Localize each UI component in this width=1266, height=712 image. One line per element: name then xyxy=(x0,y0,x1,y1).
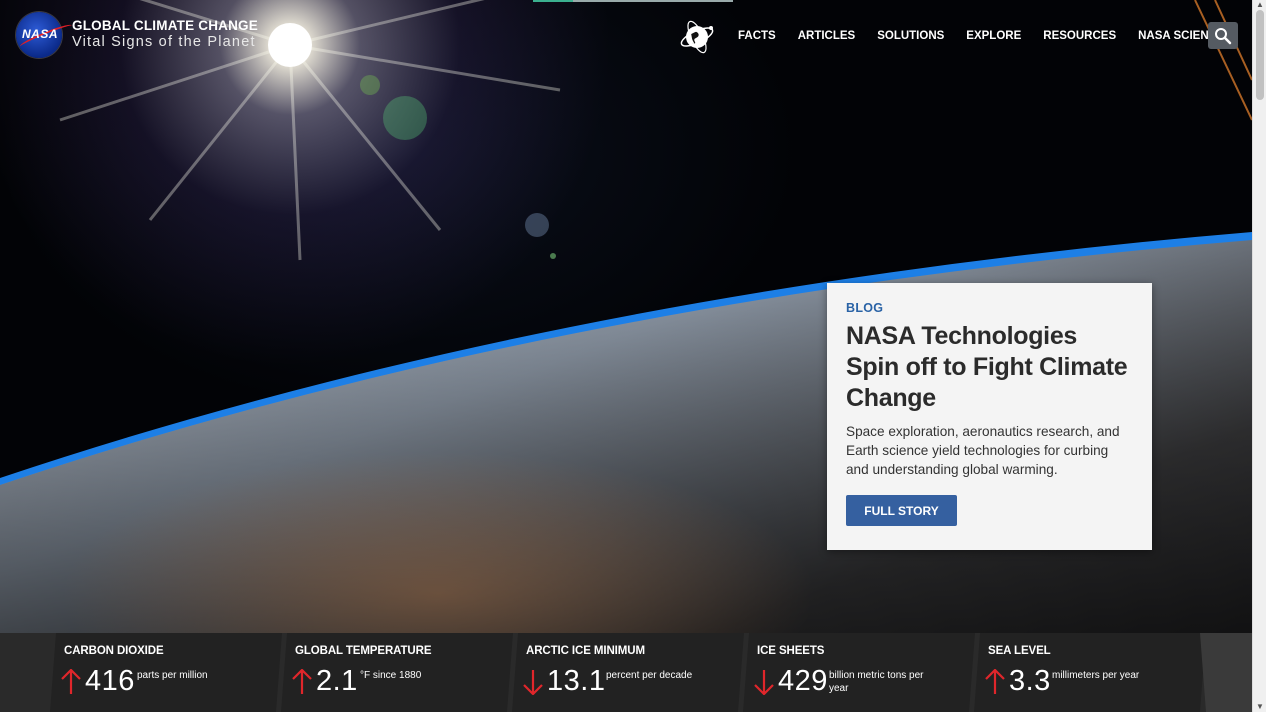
nav-resources[interactable]: RESOURCES xyxy=(1032,28,1127,44)
vital-label: CARBON DIOXIDE xyxy=(64,645,164,657)
feature-category[interactable]: BLOG xyxy=(846,301,1133,315)
nav-explore[interactable]: EXPLORE xyxy=(955,28,1032,44)
vital-label: GLOBAL TEMPERATURE xyxy=(295,645,432,657)
vital-label: ARCTIC ICE MINIMUM xyxy=(526,645,645,657)
vital-ice-sheets[interactable]: ICE SHEETS 429 billion metric tons per y… xyxy=(743,633,975,712)
vital-sea-level[interactable]: SEA LEVEL 3.3 millimeters per year xyxy=(974,633,1206,712)
site-title[interactable]: GLOBAL CLIMATE CHANGE xyxy=(72,18,258,33)
nasa-logo[interactable]: NASA xyxy=(16,12,74,58)
nav-facts[interactable]: FACTS xyxy=(727,28,787,44)
top-progress-strip xyxy=(533,0,733,2)
search-icon xyxy=(1215,27,1232,44)
scroll-up-arrow-icon[interactable]: ▲ xyxy=(1253,0,1266,10)
scroll-thumb[interactable] xyxy=(1256,10,1264,100)
vitals-bar-end xyxy=(1200,633,1252,712)
vital-unit: parts per million xyxy=(137,670,208,681)
vital-value: 3.3 xyxy=(1009,665,1051,697)
logo-text: NASA xyxy=(22,27,59,41)
feature-card: BLOG NASA Technologies Spin off to Fight… xyxy=(827,283,1152,550)
nav-solutions[interactable]: SOLUTIONS xyxy=(866,28,955,44)
nav-articles[interactable]: ARTICLES xyxy=(787,28,867,44)
vital-arctic-ice-minimum[interactable]: ARCTIC ICE MINIMUM 13.1 percent per deca… xyxy=(512,633,744,712)
vital-carbon-dioxide[interactable]: CARBON DIOXIDE 416 parts per million xyxy=(50,633,282,712)
arrow-down-icon xyxy=(523,670,543,695)
page-scrollbar[interactable]: ▲ ▼ xyxy=(1252,0,1266,712)
vital-value: 2.1 xyxy=(316,665,358,697)
vital-global-temperature[interactable]: GLOBAL TEMPERATURE 2.1 °F since 1880 xyxy=(281,633,513,712)
vital-label: SEA LEVEL xyxy=(988,645,1051,657)
vital-unit: °F since 1880 xyxy=(360,670,422,681)
arrow-up-icon xyxy=(292,669,312,694)
vital-label: ICE SHEETS xyxy=(757,645,825,657)
vital-value: 429 xyxy=(778,665,828,697)
arrow-down-icon xyxy=(754,670,774,695)
vital-signs-bar: CARBON DIOXIDE 416 parts per million GLO… xyxy=(0,633,1252,712)
vital-unit: millimeters per year xyxy=(1052,670,1140,681)
globe-icon[interactable] xyxy=(678,18,716,56)
vital-value: 416 xyxy=(85,665,135,697)
arrow-up-icon xyxy=(985,669,1005,694)
full-story-button[interactable]: FULL STORY xyxy=(846,495,957,526)
scroll-down-arrow-icon[interactable]: ▼ xyxy=(1253,702,1266,712)
site-subtitle[interactable]: Vital Signs of the Planet xyxy=(72,34,256,50)
vital-unit: percent per decade xyxy=(606,670,693,681)
feature-description: Space exploration, aeronautics research,… xyxy=(846,424,1120,477)
vital-value: 13.1 xyxy=(547,665,606,697)
vital-unit: billion metric tons per year xyxy=(829,670,924,694)
feature-title[interactable]: NASA Technologies Spin off to Fight Clim… xyxy=(846,321,1133,414)
arrow-up-icon xyxy=(61,669,81,694)
main-nav: FACTS ARTICLES SOLUTIONS EXPLORE RESOURC… xyxy=(727,28,1236,44)
search-button[interactable] xyxy=(1208,22,1238,49)
